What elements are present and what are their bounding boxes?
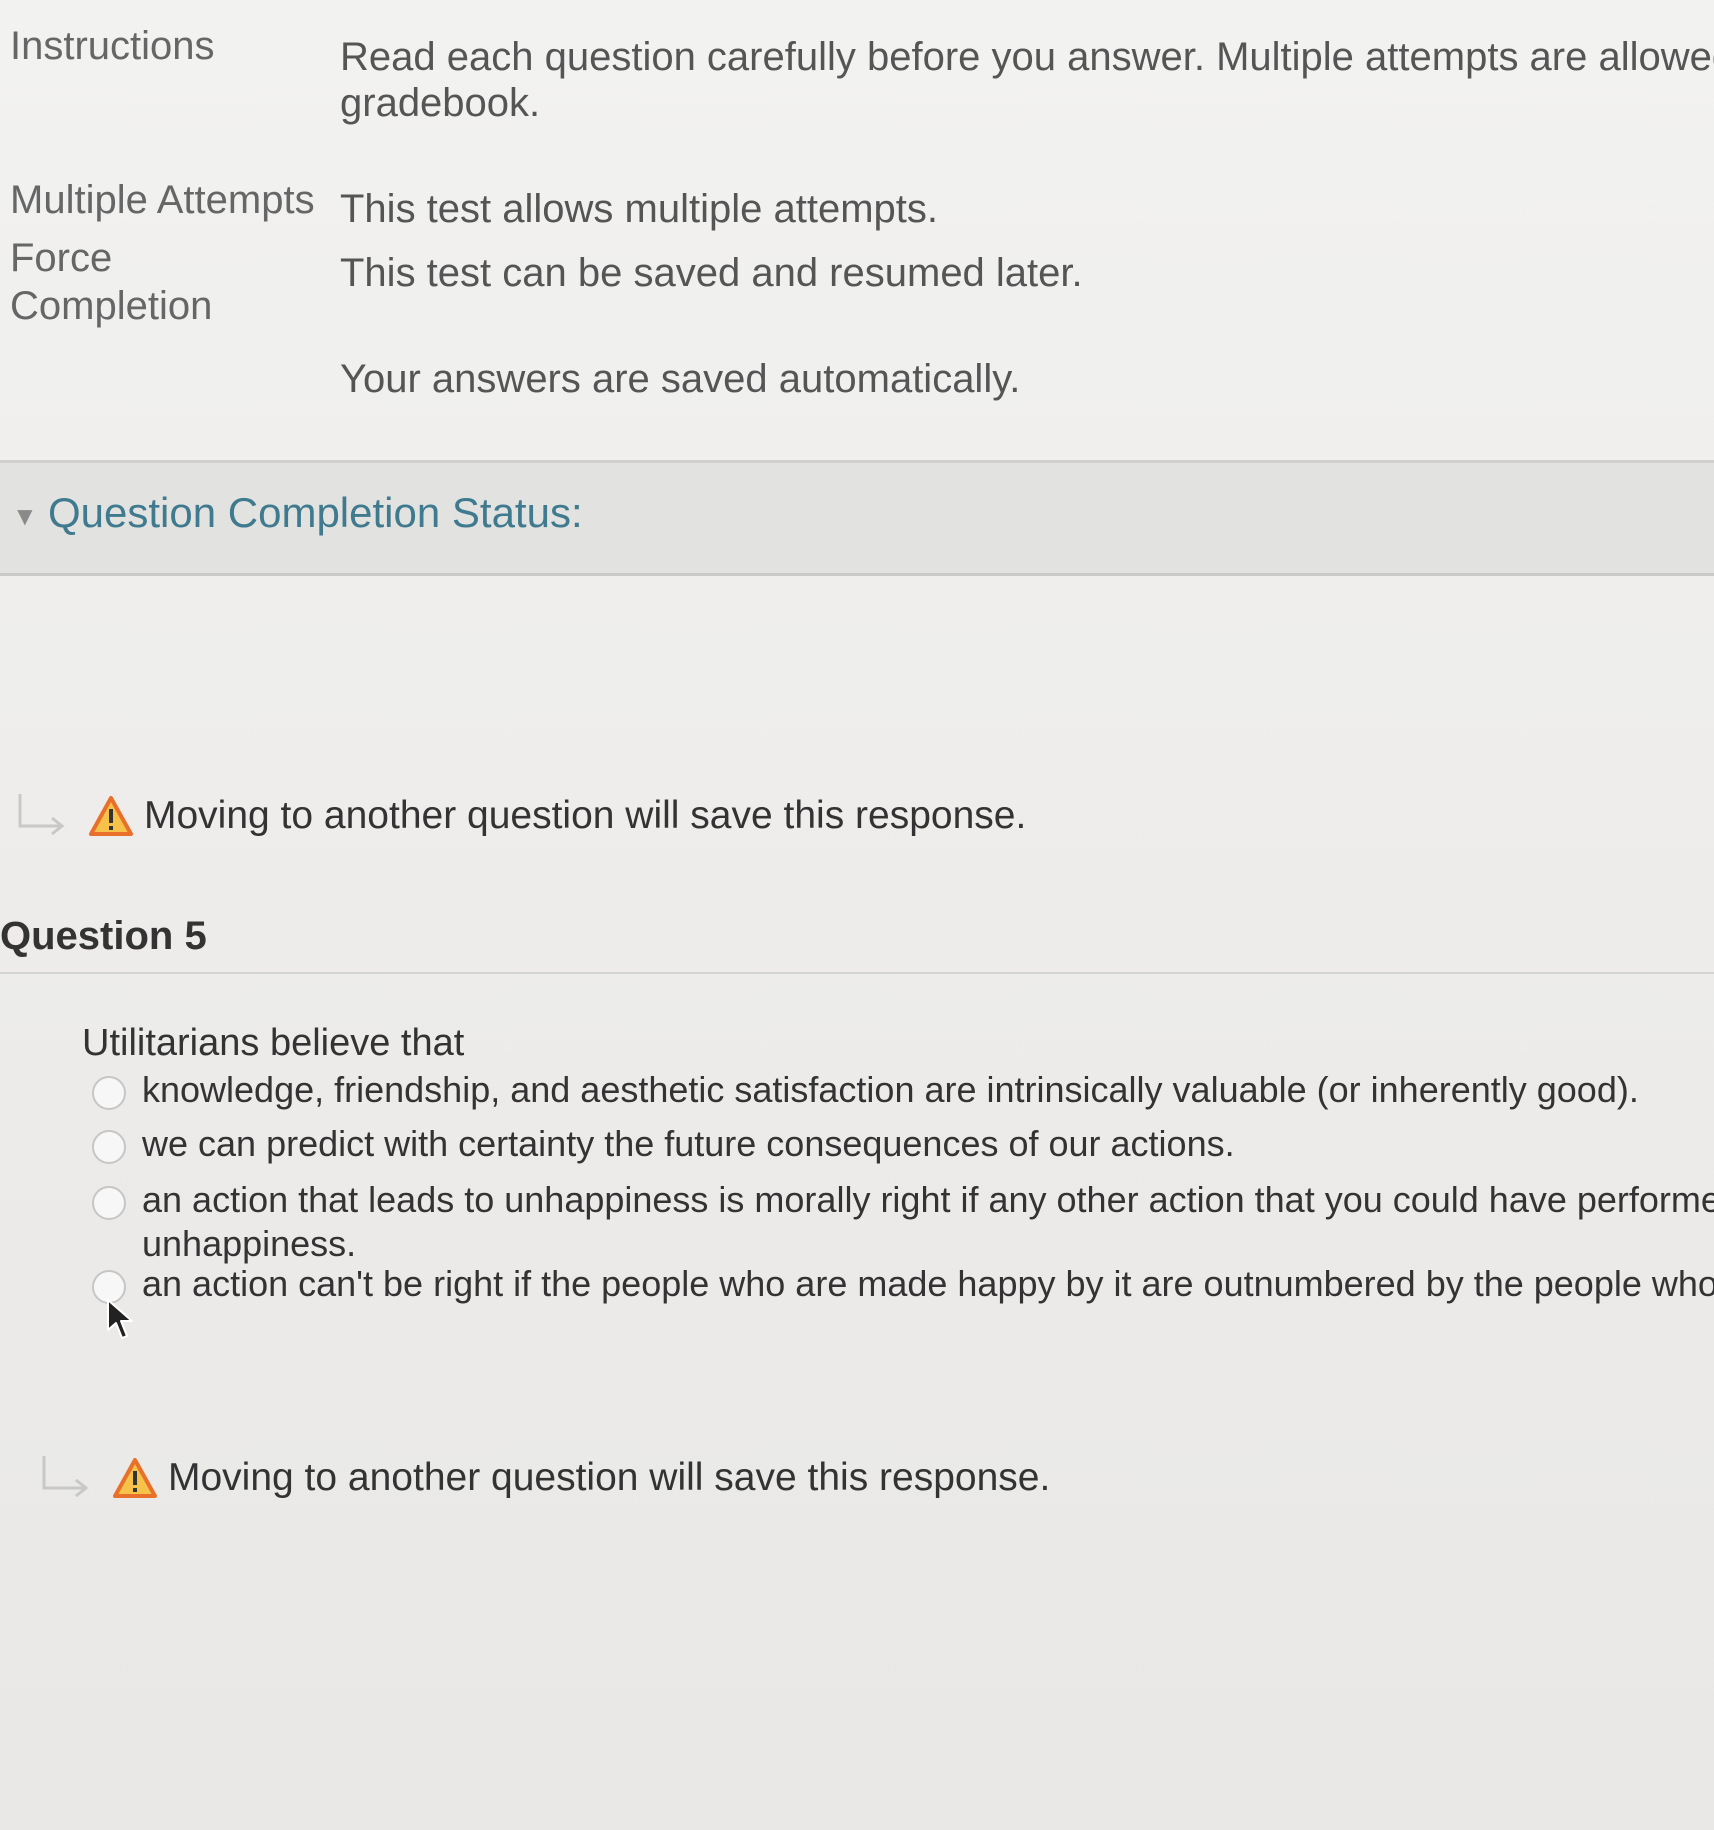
force-completion-value: This test can be saved and resumed later…: [340, 251, 1083, 295]
force-completion-label: Force Completion: [10, 234, 330, 330]
answer-option-1[interactable]: knowledge, friendship, and aesthetic sat…: [92, 1068, 1712, 1112]
return-arrow-icon: [14, 792, 74, 840]
force-completion-label-line-1: Force: [10, 236, 113, 280]
multiple-attempts-value: This test allows multiple attempts.: [340, 187, 938, 231]
question-title: Question 5: [0, 914, 207, 958]
question-prompt: Utilitarians believe that: [82, 1022, 465, 1064]
autosave-value: Your answers are saved automatically.: [340, 357, 1021, 401]
save-notice-text: Moving to another question will save thi…: [168, 1456, 1051, 1499]
question-completion-status-bar[interactable]: ▼ Question Completion Status:: [0, 460, 1714, 576]
save-notice-text: Moving to another question will save thi…: [144, 794, 1027, 837]
answer-option-3[interactable]: an action that leads to unhappiness is m…: [92, 1178, 1714, 1266]
question-header: Question 5: [0, 910, 1714, 974]
answer-radio-3[interactable]: [92, 1186, 126, 1220]
instructions-line-2: gradebook.: [340, 81, 541, 125]
answer-option-3-text[interactable]: an action that leads to unhappiness is m…: [142, 1178, 1714, 1266]
answer-option-2-text[interactable]: we can predict with certainty the future…: [142, 1122, 1235, 1166]
chevron-down-icon[interactable]: ▼: [12, 501, 38, 532]
answer-option-4-text[interactable]: an action can't be right if the people w…: [142, 1262, 1714, 1306]
test-page: Instructions Read each question carefull…: [0, 0, 1714, 1830]
force-completion-label-line-2: Completion: [10, 284, 213, 328]
return-arrow-icon: [38, 1454, 98, 1502]
save-notice-top: Moving to another question will save thi…: [14, 792, 1026, 840]
multiple-attempts-label: Multiple Attempts: [10, 178, 315, 222]
answer-radio-2[interactable]: [92, 1130, 126, 1164]
answer-option-3-line-1[interactable]: an action that leads to unhappiness is m…: [142, 1178, 1714, 1222]
answer-option-2[interactable]: we can predict with certainty the future…: [92, 1122, 1712, 1166]
warning-icon: [88, 795, 134, 837]
warning-icon: [112, 1457, 158, 1499]
instructions-value: Read each question carefully before you …: [340, 34, 1714, 126]
answer-radio-1[interactable]: [92, 1076, 126, 1110]
instructions-line-1: Read each question carefully before you …: [340, 35, 1714, 79]
mouse-pointer-icon: [107, 1299, 133, 1339]
answer-option-4[interactable]: an action can't be right if the people w…: [92, 1262, 1714, 1306]
instructions-label: Instructions: [10, 24, 215, 68]
save-notice-bottom: Moving to another question will save thi…: [38, 1454, 1050, 1502]
question-completion-status-label[interactable]: Question Completion Status:: [48, 487, 583, 539]
answer-option-3-line-2[interactable]: unhappiness.: [142, 1222, 1714, 1266]
answer-option-1-text[interactable]: knowledge, friendship, and aesthetic sat…: [142, 1068, 1639, 1112]
